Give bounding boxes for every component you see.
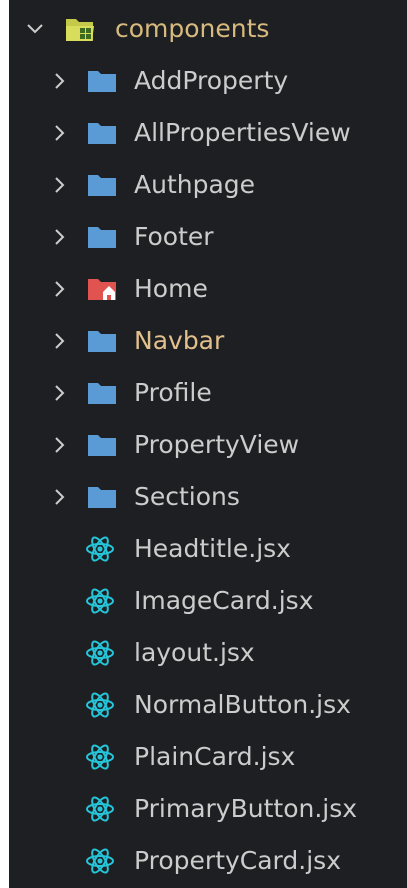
file-explorer-tree: components AddProperty AllPropertiesView… (9, 0, 407, 888)
folder-label: Profile (134, 378, 212, 407)
folder-icon (87, 379, 117, 407)
react-icon (85, 587, 115, 615)
chevron-right-icon[interactable] (47, 277, 71, 301)
chevron-right-icon[interactable] (47, 433, 71, 457)
folder-label: Navbar (134, 326, 225, 355)
folder-label: AddProperty (134, 66, 289, 95)
react-icon (85, 847, 115, 875)
file-row-imagecard[interactable]: ImageCard.jsx (9, 575, 407, 627)
chevron-right-icon[interactable] (47, 69, 71, 93)
folder-home-icon (87, 275, 117, 303)
file-label: NormalButton.jsx (134, 690, 351, 719)
file-label: PlainCard.jsx (134, 742, 296, 771)
folder-icon (87, 483, 117, 511)
react-icon (85, 795, 115, 823)
folder-row-propertyview[interactable]: PropertyView (9, 419, 407, 471)
file-label: PrimaryButton.jsx (134, 794, 358, 823)
file-row-primarybutton[interactable]: PrimaryButton.jsx (9, 783, 407, 835)
folder-icon (87, 67, 117, 95)
folder-label: Home (134, 274, 208, 303)
react-icon (85, 691, 115, 719)
chevron-down-icon[interactable] (23, 17, 47, 41)
folder-label: Footer (134, 222, 214, 251)
folder-label: Sections (134, 482, 240, 511)
folder-row-home[interactable]: Home (9, 263, 407, 315)
file-label: Headtitle.jsx (134, 534, 291, 563)
folder-icon (87, 327, 117, 355)
file-row-normalbutton[interactable]: NormalButton.jsx (9, 679, 407, 731)
folder-icon (87, 223, 117, 251)
chevron-right-icon[interactable] (47, 173, 71, 197)
chevron-right-icon[interactable] (47, 485, 71, 509)
file-row-propertycard[interactable]: PropertyCard.jsx (9, 835, 407, 887)
folder-components-open-icon (65, 15, 95, 43)
file-label: PropertyCard.jsx (134, 846, 341, 875)
folder-row-authpage[interactable]: Authpage (9, 159, 407, 211)
file-row-layout[interactable]: layout.jsx (9, 627, 407, 679)
folder-icon (87, 119, 117, 147)
folder-label: components (115, 14, 270, 43)
folder-row-addproperty[interactable]: AddProperty (9, 55, 407, 107)
folder-row-sections[interactable]: Sections (9, 471, 407, 523)
folder-icon (87, 431, 117, 459)
file-row-plaincard[interactable]: PlainCard.jsx (9, 731, 407, 783)
folder-label: AllPropertiesView (134, 118, 351, 147)
folder-icon (87, 171, 117, 199)
folder-row-components[interactable]: components (9, 3, 407, 55)
chevron-right-icon[interactable] (47, 381, 71, 405)
chevron-right-icon[interactable] (47, 121, 71, 145)
chevron-right-icon[interactable] (47, 225, 71, 249)
folder-row-navbar[interactable]: Navbar (9, 315, 407, 367)
file-row-headtitle[interactable]: Headtitle.jsx (9, 523, 407, 575)
chevron-right-icon[interactable] (47, 329, 71, 353)
file-label: layout.jsx (134, 638, 255, 667)
react-icon (85, 639, 115, 667)
folder-label: PropertyView (134, 430, 300, 459)
file-label: ImageCard.jsx (134, 586, 314, 615)
folder-row-profile[interactable]: Profile (9, 367, 407, 419)
react-icon (85, 743, 115, 771)
folder-row-footer[interactable]: Footer (9, 211, 407, 263)
react-icon (85, 535, 115, 563)
folder-label: Authpage (134, 170, 256, 199)
folder-row-allpropertiesview[interactable]: AllPropertiesView (9, 107, 407, 159)
